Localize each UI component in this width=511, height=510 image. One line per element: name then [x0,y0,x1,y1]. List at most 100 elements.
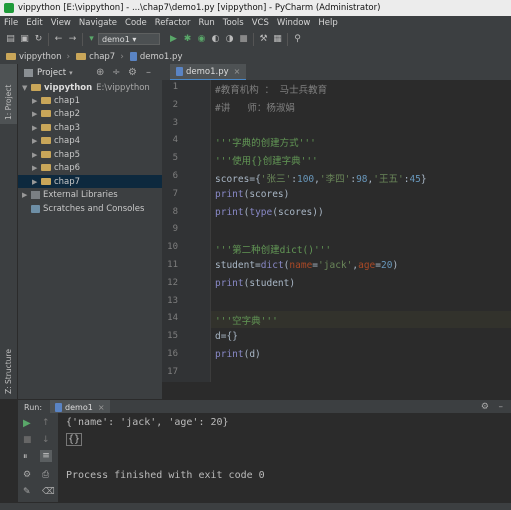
tree-item-external-libraries[interactable]: ▶ External Libraries [18,188,162,201]
code-token: 100 [296,174,315,185]
tab-demo1[interactable]: demo1.py × [170,64,247,81]
trash-icon[interactable]: ⌫ [42,487,55,497]
menu-help[interactable]: Help [318,18,337,28]
menu-edit[interactable]: Edit [26,18,42,28]
breadcrumb-vippython[interactable]: vippython [6,52,62,62]
menu-vcs[interactable]: VCS [252,18,269,28]
open-folder-icon[interactable]: ▤ [5,34,16,45]
tree-item-chap3[interactable]: ▶ chap3 [18,121,162,134]
collapsed-arrow-icon[interactable]: ▶ [32,178,41,186]
concurrency-icon[interactable]: ◑ [224,34,235,45]
root-name: vippython [44,82,93,93]
hide-icon[interactable]: – [146,67,151,78]
menu-run[interactable]: Run [198,18,214,28]
tree-item-chap6[interactable]: ▶ chap6 [18,161,162,174]
collapsed-arrow-icon[interactable]: ▶ [32,124,41,132]
tree-item-chap1[interactable]: ▶ chap1 [18,94,162,107]
folder-icon [31,84,41,91]
gear-icon[interactable]: ⚙ [481,402,489,412]
run-tab-label: demo1 [65,402,93,412]
menu-code[interactable]: Code [125,18,147,28]
settings-wrench-icon[interactable]: ⚒ [258,34,269,45]
breadcrumb-demo1[interactable]: demo1.py [129,52,182,62]
collapsed-arrow-icon[interactable]: ▶ [32,151,41,159]
collapsed-arrow-icon[interactable]: ▶ [32,137,41,145]
collapsed-arrow-icon[interactable]: ▶ [32,110,41,118]
menu-refactor[interactable]: Refactor [155,18,191,28]
python-file-icon [129,52,137,61]
project-structure-icon[interactable]: ▦ [272,34,283,45]
collapsed-arrow-icon[interactable]: ▶ [32,97,41,105]
project-view-label[interactable]: Project [37,68,66,78]
code-token: dict [260,260,284,271]
back-icon[interactable]: ← [53,34,64,45]
close-icon[interactable]: × [98,403,105,412]
line-number: 4 [172,135,178,146]
line-number: 9 [172,224,178,235]
collapsed-arrow-icon[interactable]: ▶ [32,164,41,172]
folder-icon [41,124,51,131]
run-config-select[interactable]: demo1 ▾ [98,33,160,45]
expanded-arrow-icon[interactable]: ▼ [22,84,31,92]
pause-icon[interactable]: ⏸ [23,452,28,462]
chevron-down-icon[interactable]: ▾ [69,69,73,77]
run-icon[interactable]: ▶ [168,34,179,45]
menu-window[interactable]: Window [277,18,311,28]
project-tree: ▼ vippython E:\vippython ▶ chap1 ▶ chap2 ▶… [18,81,162,399]
menu-file[interactable]: File [4,18,18,28]
menu-view[interactable]: View [51,18,71,28]
forward-icon[interactable]: → [67,34,78,45]
search-icon[interactable]: ⚲ [292,34,303,45]
profile-icon[interactable]: ◐ [210,34,221,45]
code-token: scores [215,174,250,185]
folder-icon [41,151,51,158]
up-arrow-icon[interactable]: ↑ [42,418,50,428]
line-number: 12 [167,277,178,288]
tree-item-chap2[interactable]: ▶ chap2 [18,107,162,120]
root-path: E:\vippython [96,82,150,93]
line-number: 15 [167,331,178,342]
coverage-icon[interactable]: ◉ [196,34,207,45]
menu-tools[interactable]: Tools [223,18,244,28]
run-tab-demo1[interactable]: demo1 × [50,400,110,414]
tree-item-chap7[interactable]: ▶ chap7 [18,175,162,188]
tree-item-chap4[interactable]: ▶ chap4 [18,134,162,147]
library-icon [31,190,40,199]
code-token: {} [226,331,238,343]
run-console[interactable]: {'name': 'jack', 'age': 20} {} Process f… [58,413,511,502]
folder-icon [41,178,51,185]
tree-root[interactable]: ▼ vippython E:\vippython [18,81,162,94]
code-line: '''字典的创建方式''' [215,135,316,149]
project-tool-label[interactable]: 1: Project [4,85,13,120]
print-icon[interactable]: ⎙ [42,470,49,480]
pin-icon[interactable]: ✎ [23,487,31,497]
settings-icon[interactable]: ⚙ [23,470,31,480]
structure-tool-label[interactable]: Z: Structure [4,349,13,394]
debug-icon[interactable]: ✱ [182,34,193,45]
collapsed-arrow-icon[interactable]: ▶ [22,191,31,199]
breadcrumb-chap7[interactable]: chap7 [76,52,115,62]
code-editor[interactable]: #教育机构 ： 马士兵教育 #讲 师：杨淑娟 '''字典的创建方式''' '''使用{… [211,80,511,382]
locate-icon[interactable]: ⊕ [96,67,104,78]
code-line: #教育机构 ： 马士兵教育 [215,82,327,96]
code-token: print [215,277,244,289]
collapse-icon[interactable]: ÷ [112,67,120,78]
line-number: 2 [172,99,178,110]
rerun-icon[interactable]: ▶ [23,418,31,429]
folder-icon [41,137,51,144]
tree-item-chap5[interactable]: ▶ chap5 [18,148,162,161]
sync-icon[interactable]: ↻ [33,34,44,45]
code-token: age [358,260,376,271]
tree-item-scratches[interactable]: Scratches and Consoles [18,202,162,215]
stop-icon[interactable]: ■ [23,435,32,445]
close-icon[interactable]: × [234,67,241,76]
menu-navigate[interactable]: Navigate [79,18,117,28]
down-arrow-icon[interactable]: ↓ [42,435,50,445]
stop-icon[interactable]: ■ [238,34,249,45]
code-token: '''字典的创建方式''' [215,138,316,150]
gear-icon[interactable]: ⚙ [128,67,137,78]
save-icon[interactable]: ▣ [19,34,30,45]
hide-icon[interactable]: – [499,402,504,412]
folder-icon [76,53,87,60]
soft-wrap-icon[interactable]: ≡ [40,450,52,462]
